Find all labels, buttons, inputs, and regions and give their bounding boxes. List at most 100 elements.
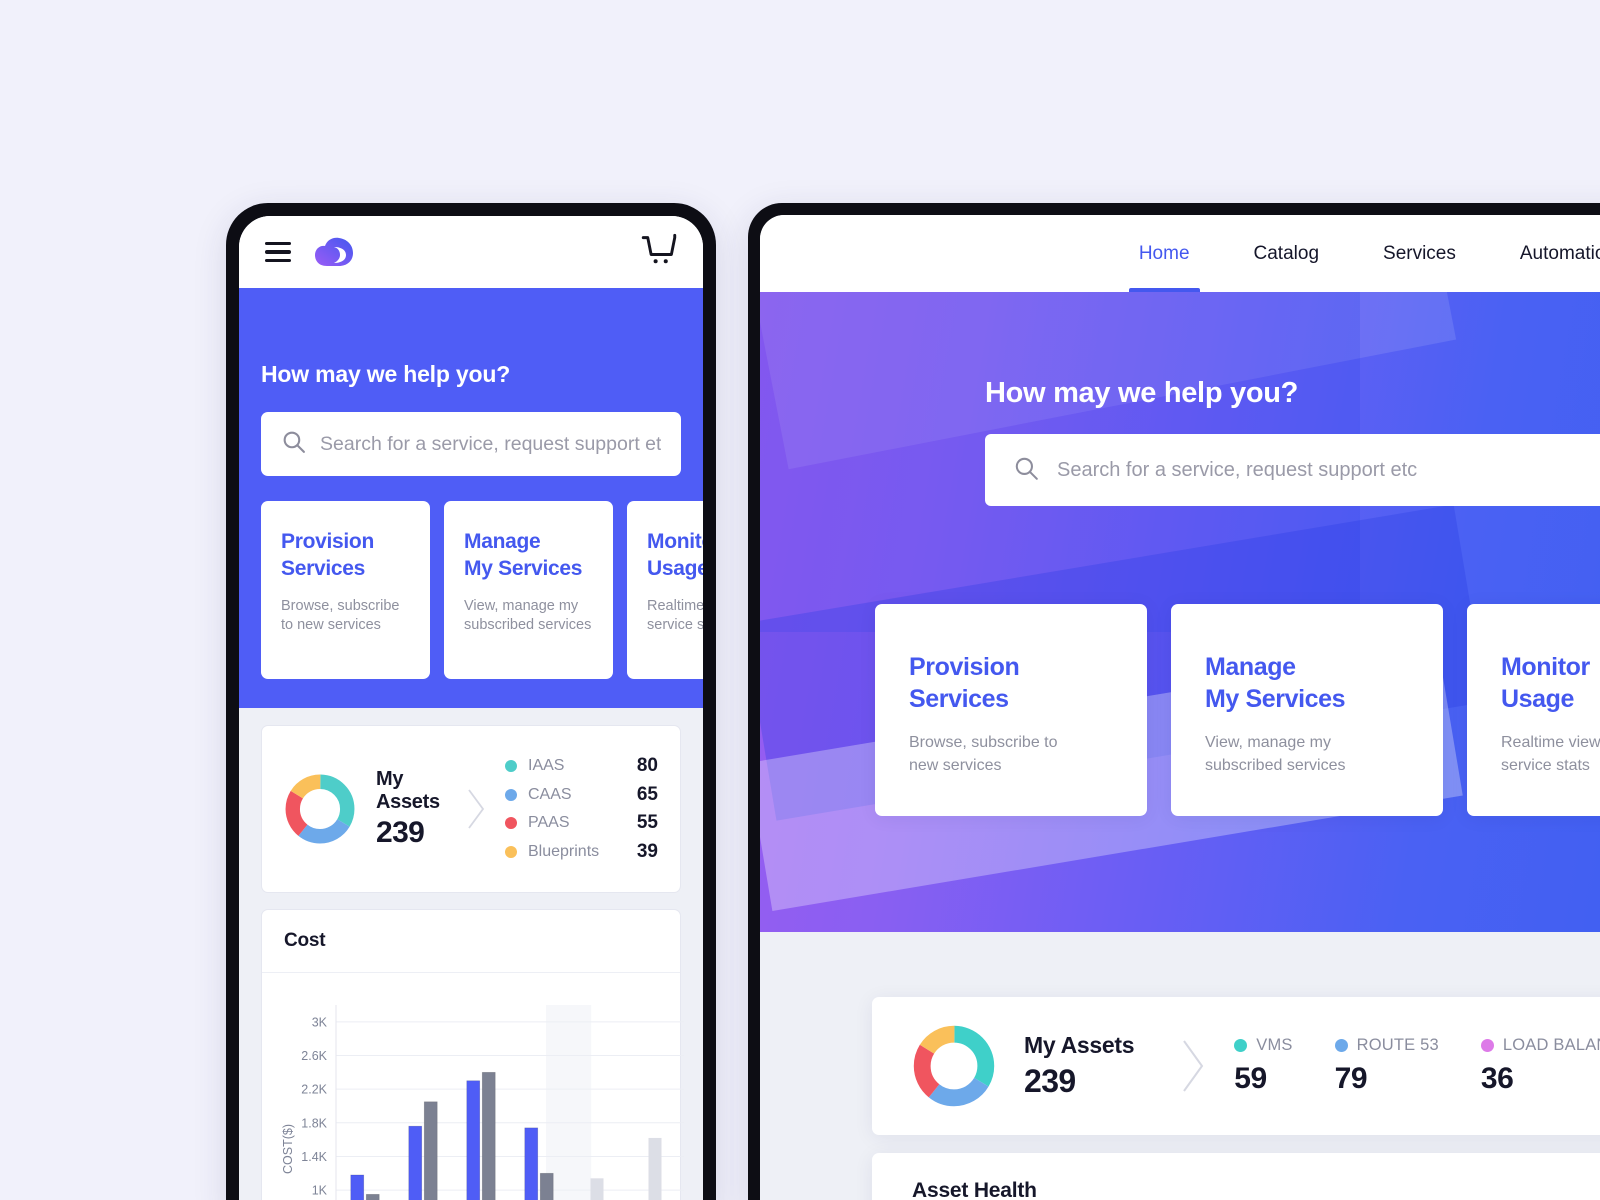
- desktop-nav-items: Home Catalog Services Automation: [1107, 215, 1600, 292]
- svg-text:3K: 3K: [312, 1015, 328, 1029]
- card-title-line1: Manage: [464, 530, 541, 553]
- kpi-load-balancer: LOAD BALANCER 36: [1480, 1036, 1600, 1096]
- svg-text:1K: 1K: [312, 1184, 328, 1198]
- legend-item: Blueprints 39: [505, 838, 658, 867]
- my-assets-kpis: VMS 59 ROUTE 53 79 LOAD BALA 36: [1234, 1036, 1600, 1096]
- kpi-route-53: ROUTE 53 79: [1334, 1036, 1439, 1096]
- legend-dot-icon: [505, 760, 517, 773]
- mobile-search-input[interactable]: [320, 432, 661, 456]
- card-title-line2: My Services: [464, 556, 583, 580]
- desktop-hero-content: How may we help you? ProvisionServic: [760, 292, 1600, 816]
- desktop-navbar: Home Catalog Services Automation: [760, 215, 1600, 292]
- card-title-line2: Services: [281, 556, 366, 580]
- desktop-screen: Home Catalog Services Automation How may…: [760, 215, 1600, 1200]
- desktop-search-input[interactable]: [1057, 458, 1600, 482]
- my-assets-summary: My Assets 239: [376, 768, 443, 850]
- kpi-vms: VMS 59: [1234, 1036, 1292, 1096]
- desktop-search-box[interactable]: [985, 434, 1600, 506]
- asset-health-title: Asset Health: [872, 1153, 1600, 1200]
- quick-card-provision-services[interactable]: Provision Services Browse, subscribe to ne…: [875, 604, 1147, 816]
- search-icon: [281, 429, 306, 459]
- mobile-body: My Assets 239 IAAS 80 CAAS 65 PAAS 55 Bl…: [239, 708, 703, 1200]
- card-desc-line2: subscribed services: [1205, 757, 1346, 775]
- mobile-search-box[interactable]: [261, 412, 681, 476]
- my-assets-row: My Assets 239 IAAS 80 CAAS 65 PAAS 55 Bl…: [262, 726, 680, 892]
- card-description: Realtime view of service stats: [647, 597, 703, 634]
- kpi-value: 79: [1334, 1062, 1368, 1095]
- kpi-value: 59: [1234, 1062, 1267, 1095]
- my-assets-donut-chart: [284, 773, 356, 845]
- kpi-label: LOAD BALANCER: [1502, 1036, 1600, 1054]
- legend-item: CAAS 65: [505, 781, 658, 810]
- card-title-line2: My Services: [1205, 684, 1346, 713]
- kpi-label: ROUTE 53: [1356, 1036, 1439, 1054]
- desktop-hero-title: How may we help you?: [985, 377, 1299, 409]
- legend-dot-icon: [505, 817, 517, 830]
- svg-text:1.8K: 1.8K: [301, 1116, 327, 1130]
- screenshot-stage: How may we help you? Provision Services B…: [0, 0, 1600, 1200]
- nav-item-home[interactable]: Home: [1107, 215, 1222, 292]
- quick-card-monitor-usage[interactable]: Monitor Usage Realtime view of service sta…: [1467, 604, 1600, 816]
- svg-text:COST($): COST($): [281, 1124, 295, 1174]
- legend-label: IAAS: [528, 757, 565, 775]
- card-title-line2: Usage: [647, 556, 703, 580]
- quick-card-manage-my-services[interactable]: Manage My Services View, manage my subscr…: [444, 501, 613, 679]
- card-desc-line1: Browse, subscribe to: [909, 734, 1058, 751]
- quick-card-monitor-usage[interactable]: Monitor Usage Realtime view of service st…: [627, 501, 703, 679]
- kpi-value: 36: [1480, 1062, 1514, 1095]
- mobile-quick-cards: Provision Services Browse, subscribe to n…: [261, 501, 703, 679]
- asset-health-panel: Asset Health VMs Clusters Elastic 59VMS …: [872, 1153, 1600, 1200]
- quick-card-provision-services[interactable]: Provision Services Browse, subscribe to n…: [261, 501, 430, 679]
- legend-dot-icon: [1334, 1039, 1348, 1052]
- hamburger-menu-icon[interactable]: [265, 242, 291, 262]
- desktop-my-assets-panel: My Assets 239 VMS 59 ROUTE 53 79 LOAD BA…: [872, 997, 1600, 1135]
- card-desc-line2: service stats: [1501, 757, 1590, 775]
- my-assets-total: 239: [1024, 1063, 1076, 1099]
- nav-item-catalog[interactable]: Catalog: [1222, 215, 1352, 292]
- svg-text:2.2K: 2.2K: [301, 1083, 327, 1097]
- mobile-device-frame: How may we help you? Provision Services B…: [226, 203, 716, 1200]
- legend-label: CAAS: [528, 785, 572, 803]
- search-icon: [1013, 455, 1039, 486]
- card-title-line2: Services: [909, 684, 1009, 713]
- legend-value: 65: [636, 783, 658, 805]
- my-assets-summary: My Assets 239: [1024, 1032, 1135, 1100]
- legend-value: 39: [636, 840, 658, 862]
- my-assets-label: My Assets: [1024, 1032, 1135, 1058]
- quick-card-manage-my-services[interactable]: Manage My Services View, manage my subscri…: [1171, 604, 1443, 816]
- mobile-hero: How may we help you? Provision Services B…: [239, 288, 703, 708]
- chevron-right-icon[interactable]: [463, 782, 489, 836]
- my-assets-donut-chart: [912, 1024, 996, 1108]
- card-title-line1: Manage: [1205, 653, 1296, 681]
- cost-chart-svg: 3K2.6K2.2K1.8K1.4K1K800400COST($): [281, 1005, 684, 1200]
- nav-item-services[interactable]: Services: [1351, 215, 1488, 292]
- legend-dot-icon: [505, 788, 517, 801]
- cost-bar-chart: 3K2.6K2.2K1.8K1.4K1K800400COST($): [262, 973, 684, 1200]
- legend-dot-icon: [1480, 1039, 1494, 1052]
- cost-panel: Cost 3K2.6K2.2K1.8K1.4K1K800400COST($): [261, 909, 684, 1200]
- card-desc-line2: new services: [909, 757, 1002, 775]
- my-assets-legend: IAAS 80 CAAS 65 PAAS 55 Blueprints 39: [505, 752, 658, 866]
- kpi-label: VMS: [1256, 1036, 1293, 1054]
- card-desc-line1: View, manage my: [1205, 734, 1331, 751]
- mobile-my-assets-panel: My Assets 239 IAAS 80 CAAS 65 PAAS 55 Bl…: [261, 725, 681, 893]
- svg-text:1.4K: 1.4K: [301, 1150, 327, 1164]
- legend-dot-icon: [1234, 1039, 1248, 1052]
- desktop-hero: How may we help you? ProvisionServic: [760, 292, 1600, 932]
- legend-item: IAAS 80: [505, 752, 658, 781]
- cloud-swirl-logo[interactable]: [313, 236, 357, 268]
- desktop-device-frame: Home Catalog Services Automation How may…: [748, 203, 1600, 1200]
- card-description: View, manage my subscribed services: [464, 597, 592, 634]
- card-title-line1: Monitor: [647, 530, 703, 553]
- legend-item: PAAS 55: [505, 809, 658, 838]
- legend-label: Blueprints: [528, 842, 600, 860]
- mobile-screen: How may we help you? Provision Services B…: [239, 216, 703, 1200]
- shopping-cart-icon[interactable]: [641, 233, 677, 272]
- desktop-quick-cards: Provision Services Browse, subscribe to ne…: [875, 604, 1600, 816]
- card-title-line1: Provision: [909, 653, 1020, 681]
- nav-item-automation[interactable]: Automation: [1488, 215, 1600, 292]
- cost-panel-title: Cost: [262, 910, 680, 973]
- svg-text:2.6K: 2.6K: [301, 1049, 327, 1063]
- card-desc-line1: Realtime view of: [1501, 734, 1600, 751]
- chevron-right-icon[interactable]: [1176, 1033, 1210, 1099]
